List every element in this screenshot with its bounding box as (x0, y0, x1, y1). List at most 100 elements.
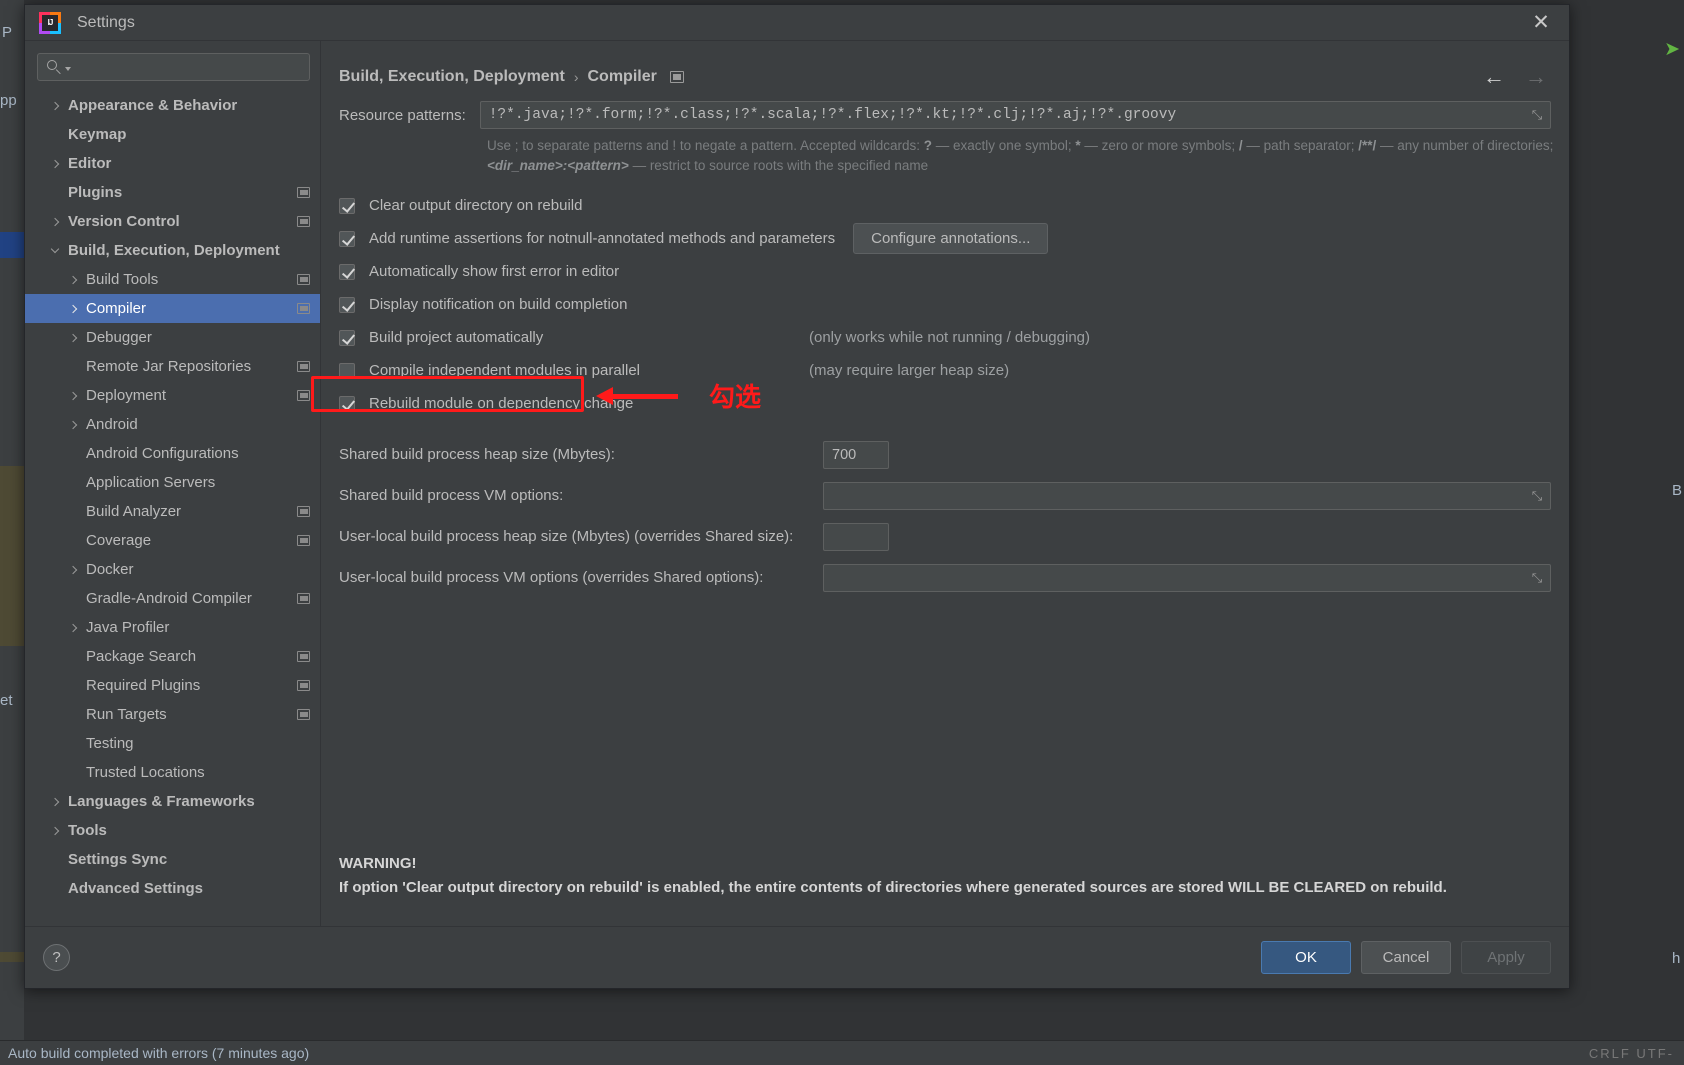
sidebar-item-tools[interactable]: Tools (25, 816, 320, 845)
sidebar-item-languages-frameworks[interactable]: Languages & Frameworks (25, 787, 320, 816)
input-shared-build-process-heap-size-mbytes[interactable]: 700 (823, 441, 889, 469)
resource-patterns-field[interactable]: !?*.java;!?*.form;!?*.class;!?*.scala;!?… (480, 101, 1551, 129)
breadcrumb-separator-icon: › (574, 69, 579, 85)
input-shared-build-process-vm-options[interactable]: ⤡ (823, 482, 1551, 510)
project-scope-icon (297, 390, 310, 401)
input-user-local-build-process-heap-size-mbytes-overrides-shared-size[interactable] (823, 523, 889, 551)
chevron-right-icon[interactable] (65, 422, 81, 428)
search-box[interactable] (37, 53, 310, 81)
project-scope-icon[interactable] (670, 71, 684, 83)
chevron-right-icon[interactable] (65, 335, 81, 341)
chevron-right-icon[interactable] (47, 828, 63, 834)
sidebar-item-required-plugins[interactable]: Required Plugins (25, 671, 320, 700)
sidebar-item-package-search[interactable]: Package Search (25, 642, 320, 671)
sidebar-item-label: Appearance & Behavior (68, 97, 237, 114)
settings-tree[interactable]: Appearance & Behavior KeymapEditorPlugins… (25, 89, 320, 926)
status-encoding: CRLF UTF- (1589, 1046, 1674, 1061)
ide-editor-highlight-2 (0, 952, 24, 962)
checkbox-row-rebuild-module-on-dependency-change[interactable]: Rebuild module on dependency change (339, 387, 1551, 420)
chevron-right-icon[interactable] (65, 567, 81, 573)
checkbox-rebuild-module-on-dependency-change[interactable] (339, 396, 355, 412)
checkbox-compile-independent-modules-in-parallel[interactable] (339, 363, 355, 379)
sidebar-item-gradle-android-compiler[interactable]: Gradle-Android Compiler (25, 584, 320, 613)
sidebar-item-application-servers[interactable]: Application Servers (25, 468, 320, 497)
sidebar-item-keymap[interactable]: Keymap (25, 120, 320, 149)
sidebar-item-label: Tools (68, 822, 107, 839)
chevron-right-icon[interactable] (47, 799, 63, 805)
checkbox-label: Compile independent modules in parallel (369, 362, 640, 379)
search-input[interactable] (76, 59, 301, 75)
expand-icon[interactable]: ⤡ (1530, 571, 1544, 585)
note-auto-build: (only works while not running / debuggin… (809, 329, 1090, 346)
sidebar-item-editor[interactable]: Editor (25, 149, 320, 178)
sidebar-item-settings-sync[interactable]: Settings Sync (25, 845, 320, 874)
sidebar-item-debugger[interactable]: Debugger (25, 323, 320, 352)
input-user-local-build-process-vm-options-overrides-shared-options[interactable]: ⤡ (823, 564, 1551, 592)
checkbox-clear-output-directory-on-rebuild[interactable] (339, 198, 355, 214)
apply-button[interactable]: Apply (1461, 941, 1551, 974)
sidebar-item-trusted-locations[interactable]: Trusted Locations (25, 758, 320, 787)
checkbox-add-runtime-assertions-for-notnull-annotated-methods-and-parameters[interactable] (339, 231, 355, 247)
project-scope-icon (297, 680, 310, 691)
project-scope-icon (297, 506, 310, 517)
ide-editor-highlight (0, 466, 24, 646)
checkbox-row-add-runtime-assertions-for-notnull-annotated-methods-and-parameters[interactable]: Add runtime assertions for notnull-annot… (339, 222, 1551, 255)
checkbox-row-build-project-automatically[interactable]: Build project automatically(only works w… (339, 321, 1551, 354)
checkbox-build-project-automatically[interactable] (339, 330, 355, 346)
close-icon[interactable]: ✕ (1519, 6, 1563, 40)
configure-annotations-button[interactable]: Configure annotations... (853, 223, 1048, 254)
sidebar-item-remote-jar-repositories[interactable]: Remote Jar Repositories (25, 352, 320, 381)
project-scope-icon (297, 303, 310, 314)
sidebar-item-build-analyzer[interactable]: Build Analyzer (25, 497, 320, 526)
breadcrumb-parent[interactable]: Build, Execution, Deployment (339, 68, 565, 86)
sidebar-item-run-targets[interactable]: Run Targets (25, 700, 320, 729)
checkbox-display-notification-on-build-completion[interactable] (339, 297, 355, 313)
sidebar-item-label: Debugger (86, 329, 152, 346)
expand-icon[interactable]: ⤡ (1530, 108, 1544, 122)
chevron-right-icon[interactable] (47, 219, 63, 225)
chevron-right-icon[interactable] (47, 161, 63, 167)
help-button[interactable]: ? (43, 944, 70, 971)
sidebar-item-testing[interactable]: Testing (25, 729, 320, 758)
project-scope-icon (297, 361, 310, 372)
checkbox-automatically-show-first-error-in-editor[interactable] (339, 264, 355, 280)
chevron-right-icon[interactable] (47, 103, 63, 109)
sidebar-item-appearance-behavior[interactable]: Appearance & Behavior (25, 91, 320, 120)
chevron-right-icon[interactable] (65, 393, 81, 399)
checkbox-row-compile-independent-modules-in-parallel[interactable]: Compile independent modules in parallel(… (339, 354, 1551, 387)
sidebar-item-label: Required Plugins (86, 677, 200, 694)
ide-bg-text-5: h (1672, 950, 1680, 967)
checkbox-label: Automatically show first error in editor (369, 263, 619, 280)
sidebar-item-plugins[interactable]: Plugins (25, 178, 320, 207)
warning-block: WARNING! If option 'Clear output directo… (339, 852, 1447, 900)
cancel-button[interactable]: Cancel (1361, 941, 1451, 974)
expand-icon[interactable]: ⤡ (1530, 489, 1544, 503)
sidebar-item-build-tools[interactable]: Build Tools (25, 265, 320, 294)
sidebar-item-label: Advanced Settings (68, 880, 203, 897)
nav-forward-icon[interactable]: → (1525, 66, 1547, 88)
checkbox-row-display-notification-on-build-completion[interactable]: Display notification on build completion (339, 288, 1551, 321)
sidebar-item-build-execution-deployment[interactable]: Build, Execution, Deployment (25, 236, 320, 265)
sidebar-item-version-control[interactable]: Version Control (25, 207, 320, 236)
checkbox-row-clear-output-directory-on-rebuild[interactable]: Clear output directory on rebuild (339, 189, 1551, 222)
logo-label: IJ (42, 15, 58, 31)
chevron-down-icon[interactable] (47, 246, 63, 255)
sidebar-item-android-configurations[interactable]: Android Configurations (25, 439, 320, 468)
sidebar-item-compiler[interactable]: Compiler (25, 294, 320, 323)
sidebar-item-label: Build Analyzer (86, 503, 181, 520)
sidebar-item-java-profiler[interactable]: Java Profiler (25, 613, 320, 642)
chevron-right-icon[interactable] (65, 277, 81, 283)
chevron-right-icon[interactable] (65, 625, 81, 631)
sidebar-item-label: Application Servers (86, 474, 215, 491)
input-value: 700 (832, 447, 856, 463)
sidebar-item-label: Build Tools (86, 271, 158, 288)
checkbox-row-automatically-show-first-error-in-editor[interactable]: Automatically show first error in editor (339, 255, 1551, 288)
sidebar-item-deployment[interactable]: Deployment (25, 381, 320, 410)
ok-button[interactable]: OK (1261, 941, 1351, 974)
sidebar-item-advanced-settings[interactable]: Advanced Settings (25, 874, 320, 903)
chevron-right-icon[interactable] (65, 306, 81, 312)
nav-back-icon[interactable]: ← (1483, 66, 1505, 88)
sidebar-item-docker[interactable]: Docker (25, 555, 320, 584)
sidebar-item-android[interactable]: Android (25, 410, 320, 439)
sidebar-item-coverage[interactable]: Coverage (25, 526, 320, 555)
